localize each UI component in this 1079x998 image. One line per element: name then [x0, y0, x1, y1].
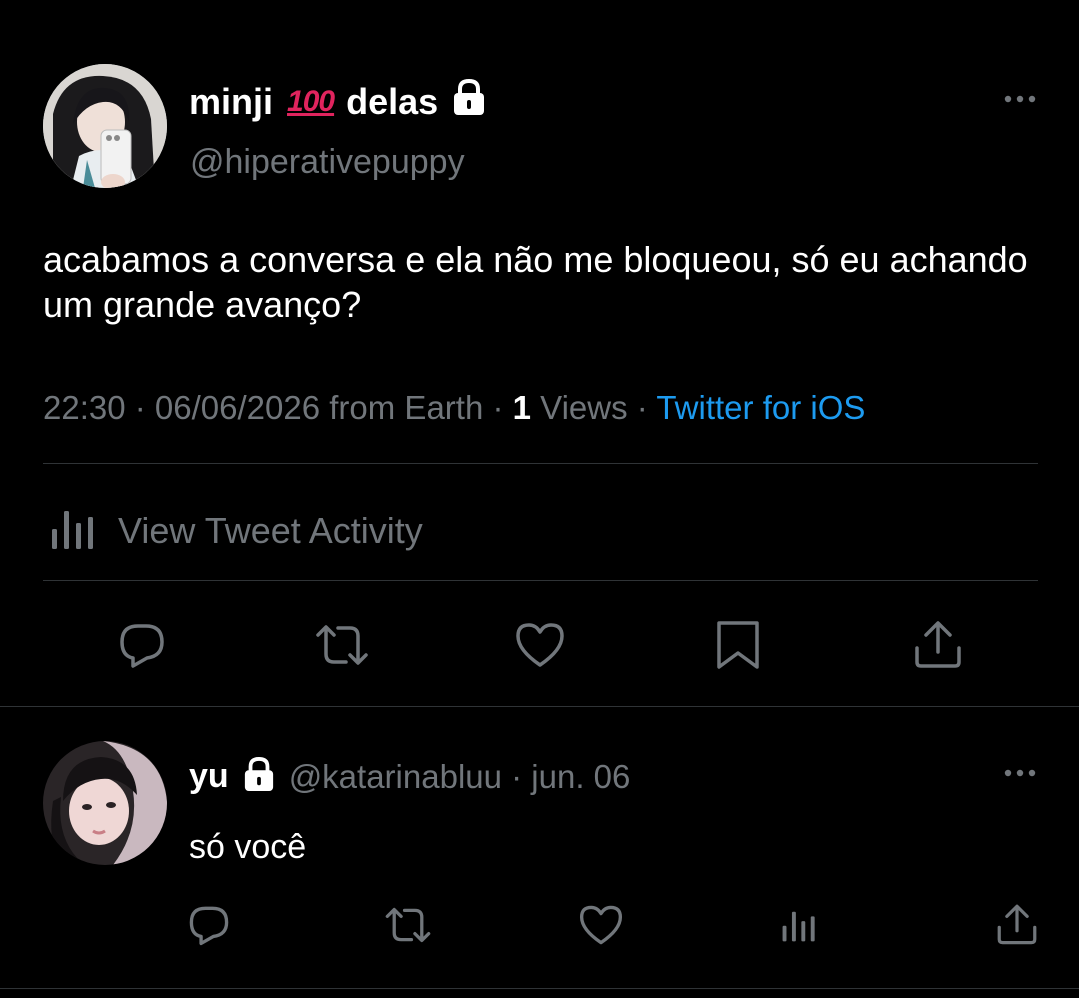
meta-separator: ·	[483, 389, 513, 426]
divider	[0, 988, 1079, 989]
meta-separator: ·	[125, 389, 155, 426]
divider	[43, 580, 1038, 581]
retweet-icon[interactable]	[383, 903, 433, 952]
view-tweet-activity-button[interactable]: View Tweet Activity	[50, 505, 423, 556]
profile-photo	[43, 64, 167, 188]
retweet-icon[interactable]	[313, 620, 371, 675]
tweet-location: from Earth	[320, 389, 484, 426]
more-options-icon[interactable]	[1002, 766, 1038, 784]
views-label[interactable]: Views	[531, 389, 627, 426]
reply-icon[interactable]	[187, 903, 231, 952]
analytics-icon	[50, 505, 96, 556]
tweet-meta: 22:30 · 06/06/2026 from Earth · 1 Views …	[43, 389, 865, 427]
view-tweet-activity-label: View Tweet Activity	[118, 509, 423, 551]
author-name-part2: delas	[346, 80, 439, 122]
hundred-points-emoji: 100	[287, 84, 335, 118]
reply-icon[interactable]	[117, 620, 167, 675]
profile-photo	[43, 741, 167, 865]
author-avatar[interactable]	[43, 64, 167, 188]
author-name-part1: minji	[189, 80, 274, 122]
tweet-time: 22:30	[43, 389, 126, 426]
divider	[0, 706, 1079, 707]
lock-icon	[452, 78, 486, 125]
views-count[interactable]: 1	[513, 389, 531, 426]
like-icon[interactable]	[514, 620, 566, 675]
analytics-icon[interactable]	[781, 906, 817, 949]
reply-text: só você	[189, 828, 307, 866]
tweet-date: 06/06/2026	[154, 389, 321, 426]
reply-author-avatar[interactable]	[43, 741, 167, 865]
like-icon[interactable]	[578, 903, 624, 952]
author-display-name[interactable]: minji 100 delas	[189, 78, 486, 125]
divider	[43, 463, 1038, 464]
lock-icon	[243, 756, 275, 797]
reply-author-handle-date[interactable]: @katarinabluu · jun. 06	[289, 758, 631, 796]
reply-header: yu @katarinabluu · jun. 06	[189, 756, 630, 797]
share-icon[interactable]	[912, 618, 964, 675]
reply-author-name[interactable]: yu	[189, 757, 229, 796]
tweet-client-link[interactable]: Twitter for iOS	[656, 389, 865, 426]
tweet-text: acabamos a conversa e ela não me bloqueo…	[43, 239, 1028, 325]
meta-separator: ·	[627, 389, 657, 426]
share-icon[interactable]	[995, 901, 1039, 952]
more-options-icon[interactable]	[1002, 92, 1038, 110]
bookmark-icon[interactable]	[714, 619, 762, 676]
author-handle[interactable]: @hiperativepuppy	[190, 143, 465, 182]
